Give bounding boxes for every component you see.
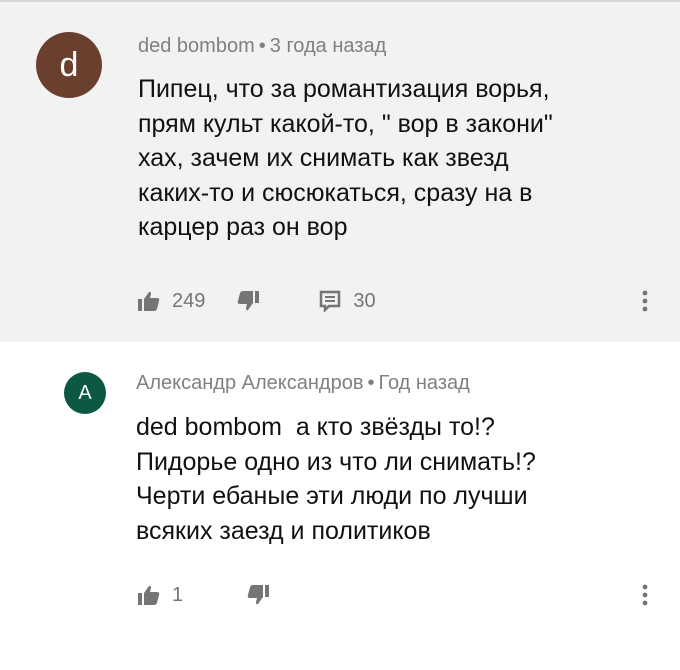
more-vert-icon[interactable] bbox=[638, 580, 652, 610]
avatar[interactable]: d bbox=[36, 32, 102, 98]
comment-text: ded bombom а кто звёзды то!? Пидорье одн… bbox=[136, 410, 666, 548]
avatar[interactable]: A bbox=[64, 372, 106, 414]
author-name[interactable]: Александр Александров bbox=[136, 372, 363, 394]
comment-time[interactable]: 3 года назад bbox=[270, 35, 386, 57]
thumb-down-icon[interactable] bbox=[245, 582, 271, 608]
avatar-letter: d bbox=[59, 45, 79, 84]
comment-actions: 249 30 bbox=[136, 286, 376, 316]
comment-text-line: Пипец, что за романтизация ворья, bbox=[138, 75, 550, 103]
comment-text-line: всяких заезд и политиков bbox=[136, 516, 431, 545]
comment-text-line: Пидорье одно из что ли снимать!? bbox=[136, 447, 536, 476]
comment-text-line: каких-то и сюсюкаться, сразу на в bbox=[138, 178, 533, 207]
comment-actions: 1 bbox=[136, 580, 271, 610]
thumb-down-icon[interactable] bbox=[235, 288, 261, 314]
comment-text-line: Черти ебаные эти люди по лучши bbox=[136, 482, 528, 510]
thumb-up-icon[interactable] bbox=[136, 288, 162, 314]
like-count: 249 bbox=[172, 289, 206, 312]
comment-text-line: ded bombom а кто звёзды то!? bbox=[136, 413, 495, 441]
comment-highlighted: d ded bombom • 3 года назад Пипец, что за … bbox=[0, 0, 680, 342]
comment-meta: Александр Александров • Год назад bbox=[136, 372, 470, 395]
avatar-letter: A bbox=[78, 381, 92, 404]
comment-meta: ded bombom • 3 года назад bbox=[138, 35, 386, 58]
more-vert-icon[interactable] bbox=[638, 286, 652, 316]
comment-reply: A Александр Александров • Год назад ded bo… bbox=[0, 342, 680, 670]
comment-text-line: прям культ какой-то, " вор в закони" bbox=[138, 109, 553, 138]
meta-separator: • bbox=[258, 35, 266, 57]
like-count: 1 bbox=[172, 583, 184, 606]
meta-separator: • bbox=[367, 372, 375, 394]
comment-icon[interactable] bbox=[317, 288, 343, 314]
reply-count[interactable]: 30 bbox=[353, 290, 375, 313]
comment-text: Пипец, что за романтизация ворья, прям к… bbox=[138, 72, 668, 245]
thumb-up-icon[interactable] bbox=[136, 582, 162, 608]
comment-text-line: карцер раз он вор bbox=[138, 213, 348, 241]
comment-text-line: хах, зачем их снимать как звезд bbox=[138, 144, 509, 172]
author-name[interactable]: ded bombom bbox=[138, 35, 255, 57]
comment-time[interactable]: Год назад bbox=[378, 372, 469, 394]
